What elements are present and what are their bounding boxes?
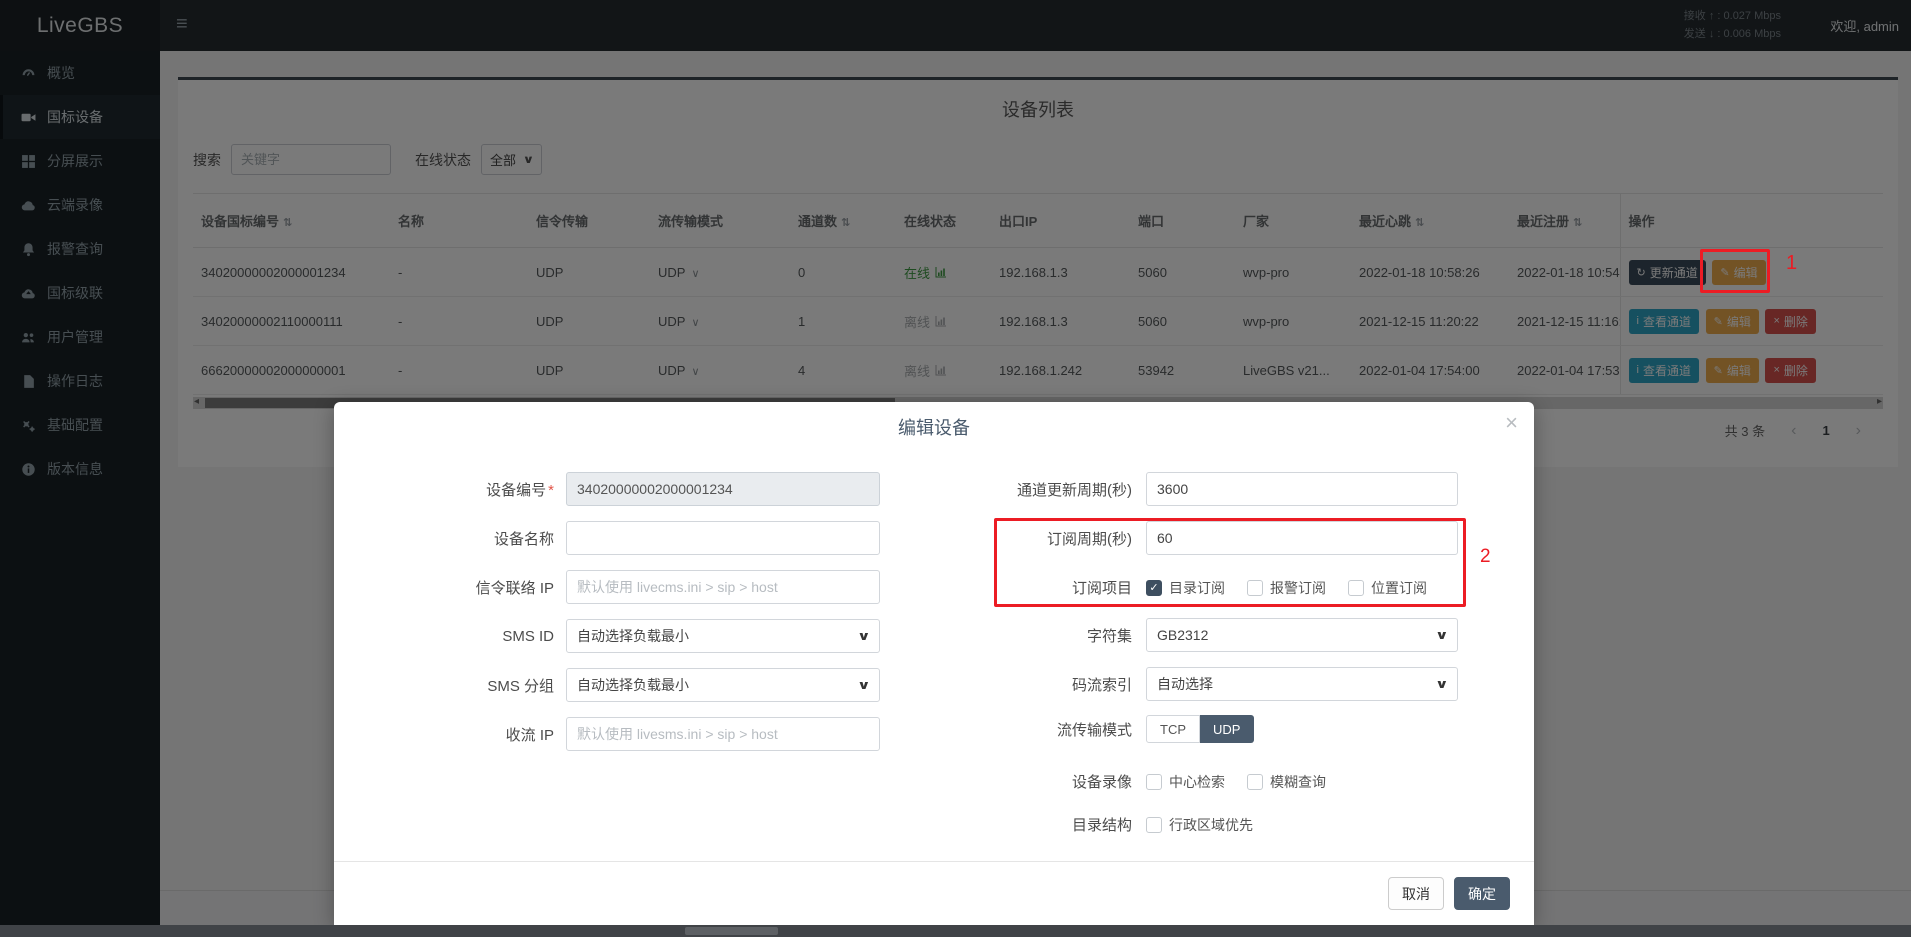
device-record-label: 设备录像	[956, 771, 1132, 792]
modal-header: 编辑设备 ×	[334, 402, 1534, 450]
device-name-label: 设备名称	[354, 528, 554, 549]
sms-group-label: SMS 分组	[354, 675, 554, 696]
modal-body: 设备编号* 设备名称 信令联络 IP SMS ID 自动选择负载最小∨ SMS …	[334, 450, 1534, 850]
confirm-button[interactable]: 确定	[1454, 877, 1510, 910]
cancel-button[interactable]: 取消	[1388, 877, 1444, 910]
modal-left-column: 设备编号* 设备名称 信令联络 IP SMS ID 自动选择负载最小∨ SMS …	[334, 472, 934, 850]
channel-refresh-label: 通道更新周期(秒)	[956, 479, 1132, 500]
stream-mode-segmented: TCP UDP	[1146, 715, 1254, 743]
device-name-field[interactable]	[566, 521, 880, 555]
tcp-button[interactable]: TCP	[1146, 715, 1200, 743]
close-icon[interactable]: ×	[1505, 412, 1518, 434]
charset-label: 字符集	[956, 625, 1132, 646]
dir-structure-label: 目录结构	[956, 814, 1132, 835]
channel-refresh-field[interactable]	[1146, 472, 1458, 506]
scrollbar-thumb[interactable]	[685, 927, 778, 935]
charset-select[interactable]: GB2312∨	[1146, 618, 1458, 652]
chevron-down-icon: ∨	[1435, 628, 1449, 642]
stream-index-label: 码流索引	[956, 674, 1132, 695]
fuzzy-query-checkbox[interactable]: 模糊查询	[1247, 772, 1326, 792]
annotation-box-2	[994, 518, 1466, 607]
chevron-down-icon: ∨	[857, 678, 871, 692]
chevron-down-icon: ∨	[1435, 677, 1449, 691]
recv-stream-ip-field[interactable]	[566, 717, 880, 751]
signal-contact-ip-field[interactable]	[566, 570, 880, 604]
stream-mode-label: 流传输模式	[956, 719, 1132, 740]
signal-contact-ip-label: 信令联络 IP	[354, 577, 554, 598]
modal-title: 编辑设备	[334, 402, 1534, 454]
admin-region-first-checkbox[interactable]: 行政区域优先	[1146, 815, 1253, 835]
device-id-label: 设备编号	[486, 482, 546, 499]
sms-id-select[interactable]: 自动选择负载最小∨	[566, 619, 880, 653]
edit-device-modal: 编辑设备 × 设备编号* 设备名称 信令联络 IP SMS ID 自动选择负载最…	[334, 402, 1534, 925]
annotation-number-2: 2	[1480, 546, 1491, 568]
udp-button[interactable]: UDP	[1200, 715, 1254, 743]
modal-footer: 取消 确定	[334, 861, 1534, 925]
sms-group-select[interactable]: 自动选择负载最小∨	[566, 668, 880, 702]
checkbox-icon	[1146, 774, 1162, 790]
browser-horizontal-scrollbar[interactable]	[0, 925, 1911, 937]
checkbox-icon	[1146, 817, 1162, 833]
required-mark: *	[548, 482, 554, 499]
checkbox-icon	[1247, 774, 1263, 790]
chevron-down-icon: ∨	[857, 629, 871, 643]
sms-id-label: SMS ID	[354, 628, 554, 645]
center-search-checkbox[interactable]: 中心检索	[1146, 772, 1225, 792]
recv-stream-ip-label: 收流 IP	[354, 724, 554, 745]
annotation-number-1: 1	[1786, 252, 1797, 275]
stream-index-select[interactable]: 自动选择∨	[1146, 667, 1458, 701]
annotation-box-1	[1700, 249, 1770, 293]
device-id-field	[566, 472, 880, 506]
